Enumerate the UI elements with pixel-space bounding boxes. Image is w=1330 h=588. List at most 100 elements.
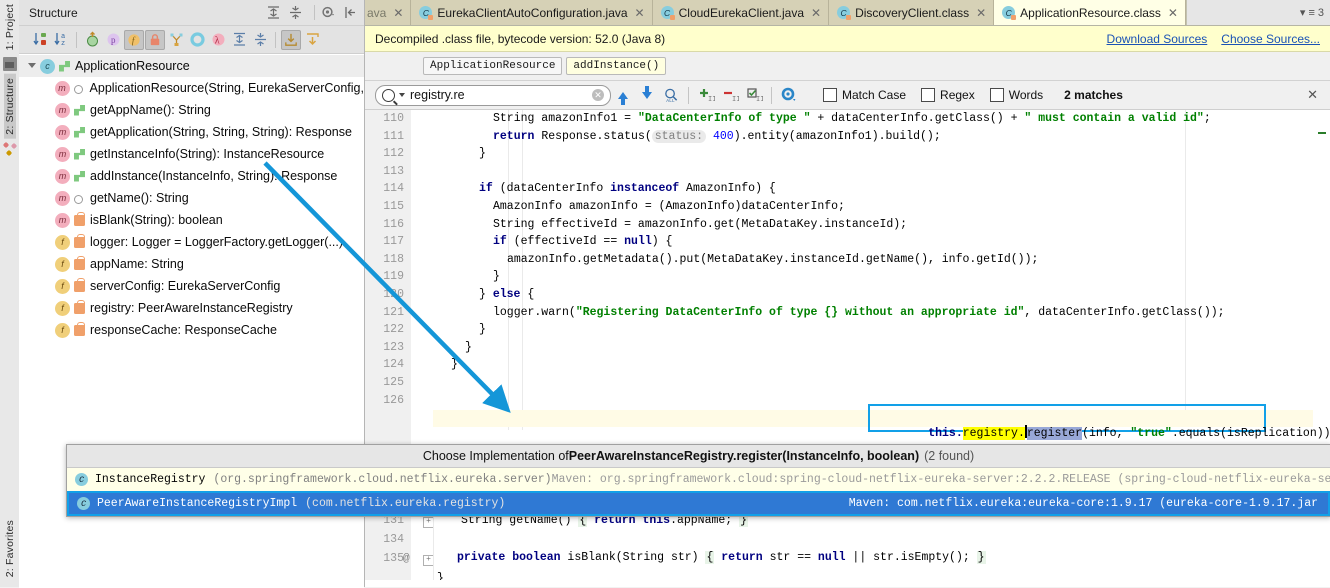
structure-tree-item[interactable]: f appName: String	[19, 253, 364, 275]
structure-tree-item[interactable]: m getApplication(String, String, String):…	[19, 121, 364, 143]
structure-tree-item[interactable]: m getAppName(): String	[19, 99, 364, 121]
code-line-111[interactable]: return Response.status(status: 400).enti…	[493, 129, 941, 143]
editor-tab-application-resource[interactable]: C ApplicationResource.class ✕	[994, 0, 1186, 25]
find-all-button[interactable]: ALL	[659, 84, 683, 106]
collapse-all-icon[interactable]	[287, 4, 304, 21]
code-line-119[interactable]: }	[493, 270, 500, 283]
code-line-117[interactable]: if (effectiveId == null) {	[493, 235, 672, 248]
field-icon: f	[55, 234, 70, 250]
sort-alphabetically-icon[interactable]: az	[51, 30, 71, 50]
method-icon: m	[55, 212, 70, 228]
close-icon[interactable]: ✕	[976, 6, 986, 20]
structure-item-label: registry: PeerAwareInstanceRegistry	[90, 301, 293, 315]
visibility-private-icon	[74, 321, 85, 336]
code-line-114[interactable]: if (dataCenterInfo instanceof AmazonInfo…	[479, 182, 776, 195]
structure-tree-item[interactable]: f serverConfig: EurekaServerConfig	[19, 275, 364, 297]
line-number: 117	[383, 235, 404, 249]
svg-text:p: p	[111, 35, 116, 45]
structure-tree-item[interactable]: m getInstanceInfo(String): InstanceResour…	[19, 143, 364, 165]
show-fields-icon[interactable]: f	[124, 29, 144, 50]
method-icon: m	[55, 168, 70, 184]
line-number: 122	[383, 323, 404, 337]
tool-window-tab-structure[interactable]: 2: Structure	[3, 74, 16, 140]
code-line-116[interactable]: String effectiveId = amazonInfo.get(Meta…	[493, 218, 907, 231]
choose-implementation-popup: Choose Implementation of PeerAwareInstan…	[66, 444, 1330, 517]
code-line-112[interactable]: }	[479, 147, 486, 160]
close-icon[interactable]: ✕	[635, 6, 645, 20]
structure-tree-item[interactable]: m isBlank(String): boolean	[19, 209, 364, 231]
gear-icon[interactable]	[320, 4, 337, 21]
sort-by-visibility-icon[interactable]	[30, 30, 50, 50]
code-line-135[interactable]: private boolean isBlank(String str) { re…	[457, 551, 986, 564]
group-by-interface-icon[interactable]	[187, 30, 207, 50]
autoscroll-from-source-icon[interactable]	[302, 30, 322, 50]
show-anonymous-classes-icon[interactable]	[166, 30, 186, 50]
regex-checkbox[interactable]: Regex	[921, 88, 975, 102]
code-line-122[interactable]: }	[479, 323, 486, 336]
select-all-occurrences-button[interactable]: II	[742, 84, 766, 106]
visibility-package-icon	[73, 84, 83, 94]
code-line-115[interactable]: AmazonInfo amazonInfo = (AmazonInfo)data…	[493, 200, 845, 213]
add-occurrence-button[interactable]: II	[694, 84, 718, 106]
chevron-down-icon[interactable]	[399, 93, 405, 97]
words-checkbox[interactable]: Words	[989, 88, 1043, 102]
code-line-120[interactable]: } else {	[479, 288, 534, 301]
structure-tree-item[interactable]: m getName(): String	[19, 187, 364, 209]
structure-tree-item[interactable]: f logger: Logger = LoggerFactory.getLogge…	[19, 231, 364, 253]
match-case-checkbox[interactable]: Match Case	[823, 88, 906, 102]
popup-row-peer-aware-instance-registry-impl[interactable]: C PeerAwareInstanceRegistryImpl (com.net…	[67, 491, 1330, 516]
tab-list-icon[interactable]: ≡	[1308, 7, 1314, 19]
tool-window-tab-favorites[interactable]: 2: Favorites	[4, 516, 16, 581]
hide-panel-icon[interactable]	[342, 4, 359, 21]
download-sources-link[interactable]: Download Sources	[1107, 32, 1208, 46]
find-next-button[interactable]	[635, 84, 659, 106]
show-non-public-icon[interactable]	[145, 29, 165, 50]
code-line-110[interactable]: String amazonInfo1 = "DataCenterInfo of …	[493, 112, 1211, 125]
close-icon[interactable]: ✕	[811, 6, 821, 20]
remove-occurrence-button[interactable]: II	[718, 84, 742, 106]
expand-all-icon[interactable]	[265, 4, 282, 21]
editor-tab-discovery-client[interactable]: C DiscoveryClient.class ✕	[829, 0, 995, 25]
tool-window-tab-project[interactable]: 1: Project	[4, 0, 16, 54]
show-inherited-icon[interactable]	[82, 30, 102, 50]
editor-tab-truncated[interactable]: ava ✕	[365, 0, 412, 25]
error-stripe-marker[interactable]	[1318, 132, 1326, 134]
clear-search-icon[interactable]: ✕	[592, 89, 604, 101]
svg-text:z: z	[61, 40, 65, 48]
tab-list-chevron-icon[interactable]: ▾	[1300, 6, 1306, 19]
editor-tab-eureka-client-auto-configuration[interactable]: C EurekaClientAutoConfiguration.java ✕	[411, 0, 653, 25]
close-find-bar-icon[interactable]: ✕	[1307, 87, 1322, 103]
editor-tab-cloud-eureka-client[interactable]: C CloudEurekaClient.java ✕	[652, 0, 830, 25]
implementation-source: Maven: com.netflix.eureka:eureka-core:1.…	[848, 497, 1318, 510]
autoscroll-to-source-icon[interactable]	[281, 29, 301, 50]
breadcrumb-class[interactable]: ApplicationResource	[423, 57, 563, 75]
structure-tree-item[interactable]: f registry: PeerAwareInstanceRegistry	[19, 297, 364, 319]
popup-row-instance-registry[interactable]: C InstanceRegistry (org.springframework.…	[67, 468, 1330, 491]
filter-settings-button[interactable]	[777, 84, 801, 106]
code-line-136[interactable]: }	[437, 572, 444, 580]
collapse-all-icon[interactable]	[250, 30, 270, 50]
choose-sources-link[interactable]: Choose Sources...	[1221, 32, 1320, 46]
code-line-118[interactable]: amazonInfo.getMetadata().put(MetaDataKey…	[507, 253, 1038, 266]
close-icon[interactable]: ✕	[393, 6, 403, 20]
visibility-public-icon	[74, 148, 85, 160]
toolbar-separator-2	[275, 31, 276, 48]
structure-tree-root[interactable]: c ApplicationResource	[19, 55, 364, 77]
show-properties-icon[interactable]: p	[103, 30, 123, 50]
line-number: 119	[383, 270, 404, 284]
keyword-this: this.	[928, 427, 963, 440]
close-icon[interactable]: ✕	[1168, 6, 1178, 20]
show-lambdas-icon[interactable]: λ	[208, 30, 228, 50]
expand-all-icon[interactable]	[229, 30, 249, 50]
code-line-121[interactable]: logger.warn("Registering DataCenterInfo …	[493, 306, 1225, 319]
structure-tree-item[interactable]: f responseCache: ResponseCache	[19, 319, 364, 341]
search-input[interactable]: registry.re ✕	[375, 84, 611, 106]
code-line-123[interactable]: }	[465, 341, 472, 354]
find-previous-button[interactable]	[611, 84, 635, 106]
code-line-124[interactable]: }	[451, 358, 458, 371]
implementation-source: Maven: org.springframework.cloud:spring-…	[551, 473, 1330, 486]
structure-tree-item[interactable]: m ApplicationResource(String, EurekaServe…	[19, 77, 364, 99]
breadcrumb-method[interactable]: addInstance()	[566, 57, 667, 75]
structure-tree-item[interactable]: m addInstance(InstanceInfo, String): Resp…	[19, 165, 364, 187]
chevron-down-icon[interactable]	[25, 60, 38, 73]
